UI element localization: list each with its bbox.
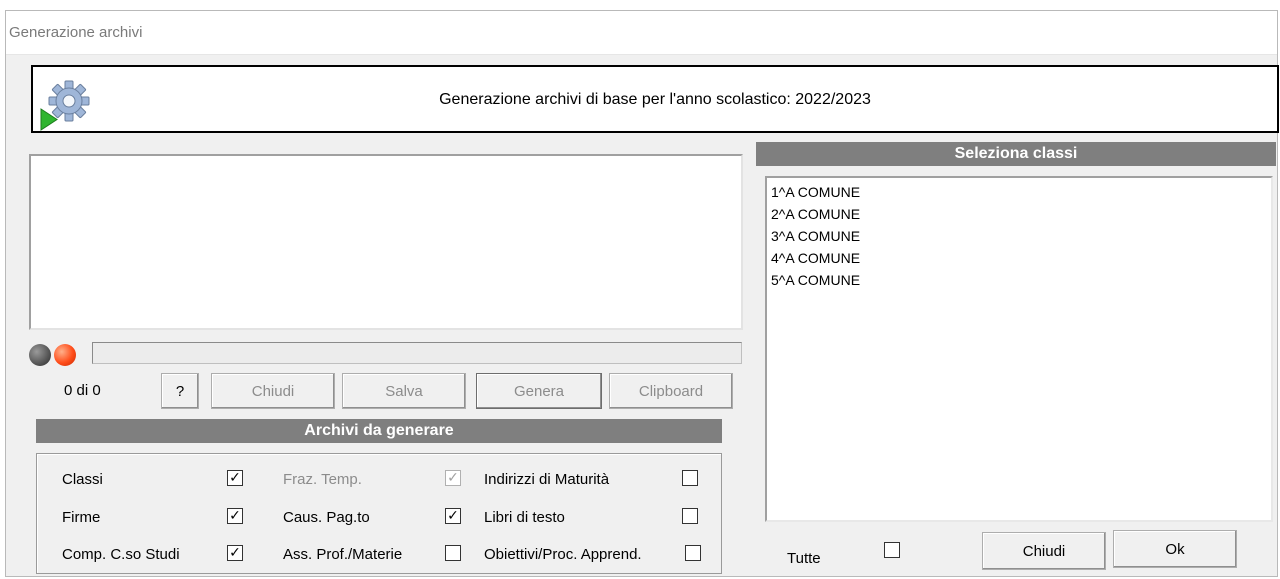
classi-section-header: Seleziona classi bbox=[756, 142, 1276, 166]
salva-button[interactable]: Salva bbox=[342, 373, 466, 409]
archivio-checkbox-obiettivi[interactable] bbox=[685, 545, 701, 561]
classi-listbox[interactable]: 1^A COMUNE 2^A COMUNE 3^A COMUNE 4^A COM… bbox=[765, 176, 1273, 522]
archivio-label-classi: Classi bbox=[62, 471, 103, 488]
title-bar[interactable]: Generazione archivi bbox=[6, 11, 1277, 55]
header-panel: Generazione archivi di base per l'anno s… bbox=[31, 65, 1279, 133]
status-led-red bbox=[54, 344, 76, 366]
log-output-area[interactable] bbox=[29, 154, 743, 330]
archivio-label-obiettivi: Obiettivi/Proc. Apprend. bbox=[484, 546, 642, 563]
archivio-checkbox-fraz-temp[interactable]: ✓ bbox=[445, 470, 461, 486]
chiudi-button[interactable]: Chiudi bbox=[982, 532, 1106, 570]
list-item[interactable]: 3^A COMUNE bbox=[771, 225, 1267, 247]
list-item[interactable]: 4^A COMUNE bbox=[771, 247, 1267, 269]
list-item[interactable]: 5^A COMUNE bbox=[771, 269, 1267, 291]
archivio-label-comp-corso-studi: Comp. C.so Studi bbox=[62, 546, 180, 563]
archivio-label-caus-pagto: Caus. Pag.to bbox=[283, 509, 370, 526]
archivio-checkbox-comp-corso-studi[interactable]: ✓ bbox=[227, 545, 243, 561]
archivio-checkbox-libri-testo[interactable] bbox=[682, 508, 698, 524]
status-led-gray bbox=[29, 344, 51, 366]
header-text: Generazione archivi di base per l'anno s… bbox=[439, 91, 871, 108]
archivi-checkbox-group: Classi ✓ Fraz. Temp. ✓ Indirizzi di Matu… bbox=[36, 453, 722, 574]
archivio-checkbox-caus-pagto[interactable]: ✓ bbox=[445, 508, 461, 524]
list-item[interactable]: 1^A COMUNE bbox=[771, 181, 1267, 203]
archivio-label-firme: Firme bbox=[62, 509, 101, 526]
tutte-checkbox[interactable] bbox=[884, 542, 900, 558]
archivio-label-fraz-temp: Fraz. Temp. bbox=[283, 471, 362, 488]
progress-bar bbox=[92, 342, 742, 364]
tutte-label: Tutte bbox=[787, 550, 821, 567]
ok-button[interactable]: Ok bbox=[1113, 530, 1237, 568]
archivio-checkbox-firme[interactable]: ✓ bbox=[227, 508, 243, 524]
genera-button[interactable]: Genera bbox=[476, 373, 602, 409]
record-counter: 0 di 0 bbox=[64, 382, 101, 399]
archivio-checkbox-indirizzi-maturita[interactable] bbox=[682, 470, 698, 486]
chiudi-log-button[interactable]: Chiudi bbox=[211, 373, 335, 409]
help-button[interactable]: ? bbox=[161, 373, 199, 409]
archivio-label-ass-prof-materie: Ass. Prof./Materie bbox=[283, 546, 403, 563]
clipboard-button[interactable]: Clipboard bbox=[609, 373, 733, 409]
window-title: Generazione archivi bbox=[9, 24, 143, 41]
archivio-label-libri-testo: Libri di testo bbox=[484, 509, 565, 526]
archivi-section-header: Archivi da generare bbox=[36, 419, 722, 443]
archivio-checkbox-ass-prof-materie[interactable] bbox=[445, 545, 461, 561]
archivio-checkbox-classi[interactable]: ✓ bbox=[227, 470, 243, 486]
generazione-archivi-window: Generazione archivi Generazione archivi … bbox=[5, 10, 1279, 577]
archivio-label-indirizzi-maturita: Indirizzi di Maturità bbox=[484, 471, 610, 488]
list-item[interactable]: 2^A COMUNE bbox=[771, 203, 1267, 225]
